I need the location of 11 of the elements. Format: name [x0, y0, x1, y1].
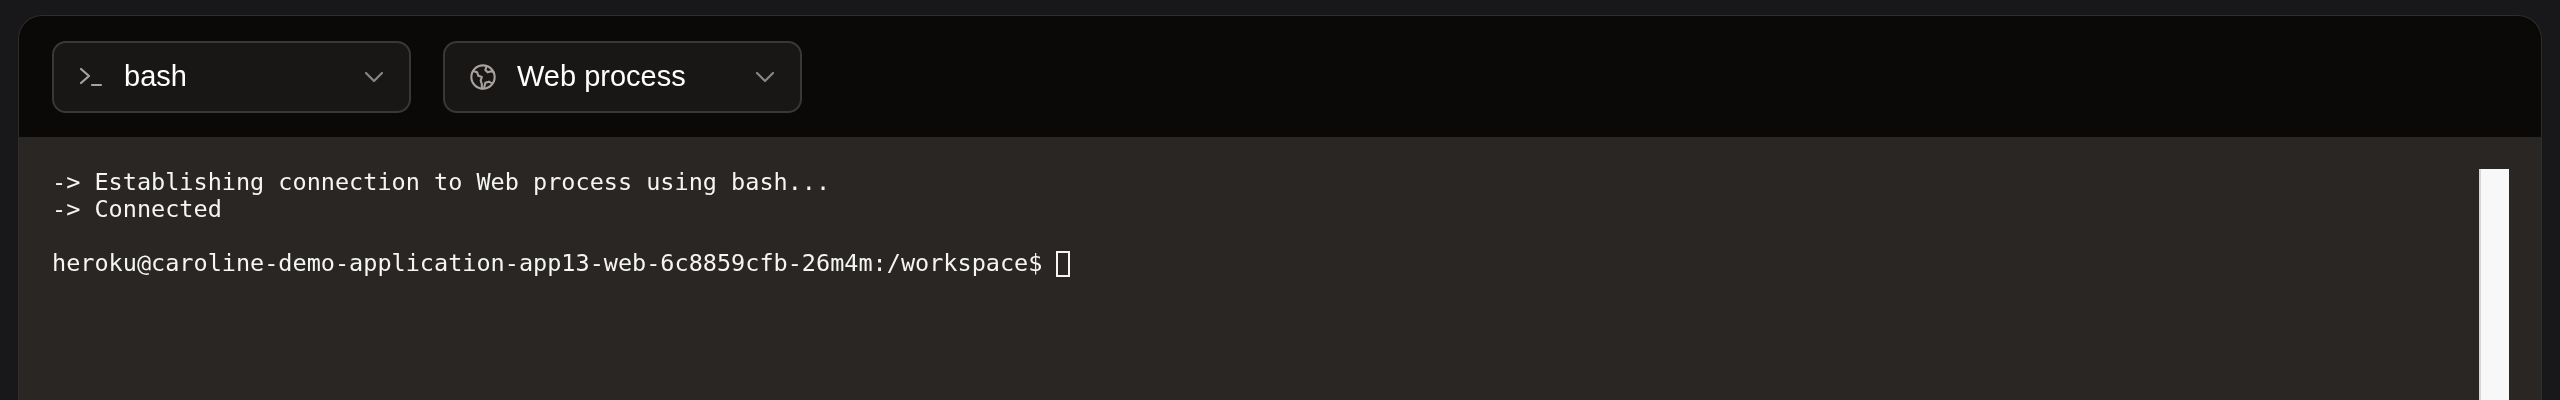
terminal-output-line: -> Establishing connection to Web process using bash... [52, 169, 832, 196]
chevron-down-icon [754, 69, 776, 84]
dropdown-select[interactable]: Web process [443, 40, 802, 113]
chevron-down-icon [363, 69, 385, 84]
cursor [1056, 250, 1071, 277]
terminal-icon [78, 65, 104, 88]
globe-icon [469, 62, 497, 91]
terminal-output-line: -> Connected [52, 196, 223, 223]
scrollbar-thumb[interactable] [2479, 169, 2509, 400]
dropdown-select[interactable]: bash [52, 40, 411, 113]
shell-prompt: heroku@caroline-demo-application-app13-web-6c8859cfb-26m4m:/workspace$ [52, 250, 1043, 277]
